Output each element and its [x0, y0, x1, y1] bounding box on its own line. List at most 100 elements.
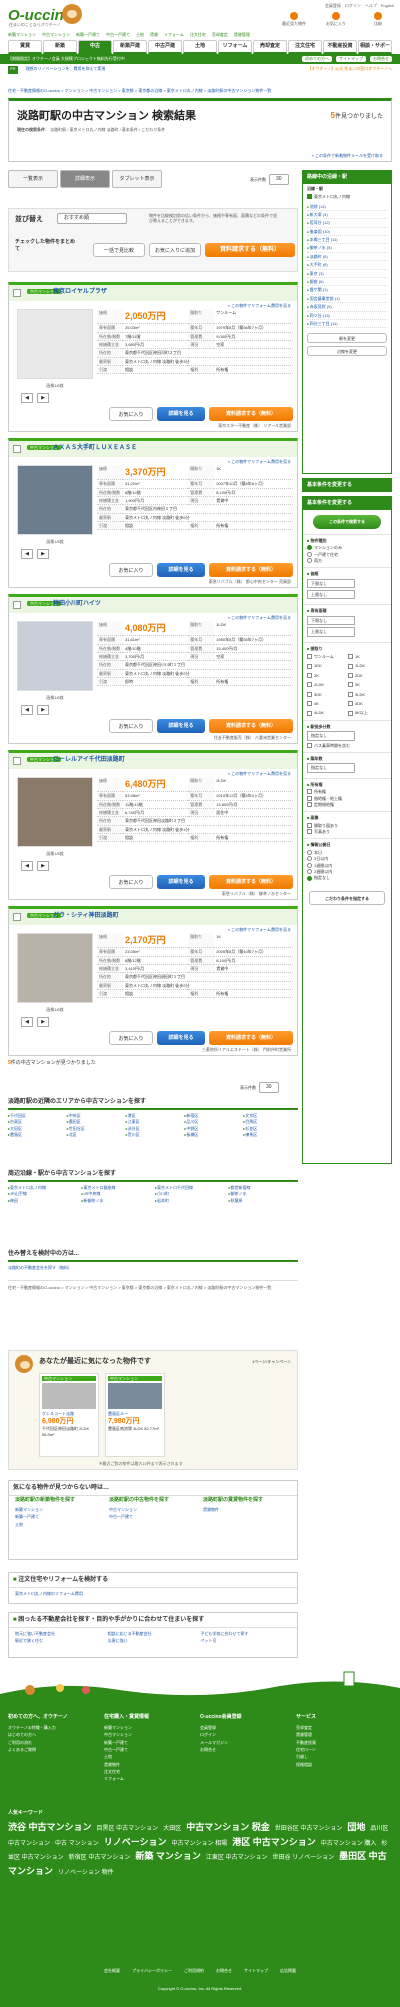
- renovation-cost-link[interactable]: » この物件でリフォーム費用を見る: [228, 459, 291, 464]
- footer-link[interactable]: 住宅ローン: [296, 1746, 380, 1753]
- footer-link[interactable]: 中古一戸建て: [104, 1746, 188, 1753]
- layout-checkbox[interactable]: 1K: [348, 654, 387, 660]
- footer-link[interactable]: ログイン: [200, 1731, 284, 1738]
- area-link[interactable]: 文京区: [243, 1113, 298, 1118]
- footer-link[interactable]: 賃貸物件: [104, 1761, 188, 1768]
- footer-link[interactable]: 会員登録: [200, 1724, 284, 1731]
- keyword-link[interactable]: 中古マンション 相場: [172, 1841, 228, 1847]
- tab-list-view[interactable]: 一覧表示: [8, 170, 58, 188]
- gnav-tab[interactable]: 中古戸建: [148, 40, 182, 54]
- footer-link[interactable]: 賃貸管理: [296, 1731, 380, 1738]
- bulk-request-button[interactable]: 資料請求する（無料）: [205, 243, 295, 257]
- keyword-link[interactable]: 港区 中古マンション: [232, 1837, 316, 1847]
- sidebar-station-item[interactable]: 東京 (3): [307, 270, 387, 279]
- area-link[interactable]: 港区: [126, 1113, 181, 1118]
- footer-link[interactable]: 保険相談: [296, 1761, 380, 1768]
- footer-nav-link[interactable]: 会社概要: [104, 1968, 120, 1973]
- pr-right-link[interactable]: 【オウチーノ】公式 住まいの窓口オウチーノへ: [307, 66, 392, 74]
- recent-pager[interactable]: 1ページ/キャンペーン: [252, 1359, 291, 1364]
- own-checkbox[interactable]: 定期借地権: [307, 802, 387, 808]
- area-link[interactable]: 荒川区: [126, 1132, 181, 1137]
- favorite-button[interactable]: お気に入り: [109, 563, 153, 577]
- prev-photo-button[interactable]: ◀: [21, 393, 33, 403]
- nf-link[interactable]: 土地: [15, 1521, 107, 1528]
- contact-link[interactable]: お問合せ: [370, 56, 392, 62]
- img-checkbox[interactable]: 写真あり: [307, 829, 387, 835]
- nf-link[interactable]: 新築マンション: [15, 1506, 107, 1513]
- area-link[interactable]: 渋谷区: [126, 1126, 181, 1131]
- footer-nav-link[interactable]: ご利用規約: [184, 1968, 204, 1973]
- favorite-button[interactable]: お気に入り: [109, 1031, 153, 1045]
- tab-detail-view[interactable]: 詳細表示: [60, 170, 110, 188]
- station-link[interactable]: 御茶ノ水: [229, 1191, 299, 1196]
- request-info-button[interactable]: 資料請求する（無料）: [209, 407, 293, 421]
- area-link[interactable]: 千代田区: [8, 1113, 63, 1118]
- sidebar-station-item[interactable]: 赤坂見附 (9): [307, 303, 387, 312]
- published-radio[interactable]: 1週間以内: [307, 863, 387, 868]
- station-link[interactable]: 都営新宿線: [229, 1185, 299, 1190]
- next-photo-button[interactable]: ▶: [37, 393, 49, 403]
- keyword-link[interactable]: 世田谷 リノベーション: [273, 1855, 335, 1861]
- layout-checkbox[interactable]: 4DK: [348, 701, 387, 707]
- header-link[interactable]: 会員登録: [325, 3, 341, 8]
- help-link[interactable]: 相談に応じる不動産会社: [108, 1631, 199, 1636]
- pr-link[interactable]: 理想のリノベーションを、費用を抑えて実現: [26, 66, 106, 74]
- keyword-link[interactable]: 新宿区 中古マンション: [69, 1855, 131, 1861]
- footer-link[interactable]: 新築マンション: [104, 1724, 188, 1731]
- station-link[interactable]: 岩本町: [155, 1198, 225, 1203]
- keyword-link[interactable]: 新築 マンション: [135, 1851, 201, 1861]
- gnav-tab[interactable]: 賃貸: [8, 40, 42, 54]
- layout-checkbox[interactable]: 3DK: [307, 692, 346, 697]
- subnav-link[interactable]: 新築一戸建て: [76, 32, 100, 40]
- favorite-button[interactable]: お気に入り: [109, 875, 153, 889]
- sitemap-link[interactable]: サイトマップ: [336, 56, 366, 62]
- keyword-link[interactable]: 目黒区 中古マンション: [97, 1826, 159, 1832]
- area-min-select[interactable]: 下限なし: [307, 615, 355, 626]
- layout-checkbox[interactable]: 2LDK: [307, 682, 346, 688]
- recent-card[interactable]: 中古マンション グレスコート淡路 6,980万円 千代田区神田淡路町 2LDK …: [39, 1373, 99, 1457]
- gnav-tab[interactable]: 売却査定: [253, 40, 287, 54]
- sidebar-station-item[interactable]: 本郷三丁目 (11): [307, 236, 387, 245]
- next-photo-button[interactable]: ▶: [37, 1017, 49, 1027]
- listing-checkbox[interactable]: [13, 289, 21, 297]
- renovation-cost-link[interactable]: » この物件でリフォーム費用を見る: [228, 771, 291, 776]
- walk-select[interactable]: 指定なし: [307, 731, 355, 741]
- keyword-link[interactable]: リノベーション 物件: [58, 1870, 114, 1876]
- favorites-button[interactable]: お気に入り: [320, 12, 352, 26]
- reform-link[interactable]: 東京メトロ丸ノ内線のリフォーム費用: [9, 1588, 297, 1599]
- prev-photo-button[interactable]: ◀: [21, 549, 33, 559]
- sidebar-station-item[interactable]: 霞ケ関 (1): [307, 286, 387, 295]
- gnav-tab-active[interactable]: 中古: [78, 40, 112, 54]
- footer-nav-link[interactable]: サイトマップ: [244, 1968, 268, 1973]
- sidebar-station-item[interactable]: 池袋 (14): [307, 203, 387, 211]
- area-link[interactable]: 品川区: [184, 1119, 239, 1124]
- footer-link[interactable]: ご利用の流れ: [8, 1739, 92, 1746]
- keyword-link[interactable]: 渋谷 中古マンション: [8, 1822, 92, 1832]
- layout-checkbox[interactable]: 1DK: [307, 663, 346, 669]
- search-method-title[interactable]: 基本条件を変更する: [303, 479, 391, 492]
- published-radio[interactable]: 2週間以内: [307, 869, 387, 875]
- footer-link[interactable]: 新築一戸建て: [104, 1739, 188, 1746]
- keyword-link[interactable]: 中古 マンション: [55, 1841, 99, 1847]
- gnav-tab[interactable]: 相談・サポート: [358, 40, 392, 60]
- header-link[interactable]: ヘルプ: [365, 3, 377, 8]
- listing-name[interactable]: 東京ロイヤルプラザ: [53, 288, 107, 296]
- layout-checkbox[interactable]: ワンルーム: [307, 654, 346, 660]
- footer-nav-link[interactable]: お問合せ: [216, 1968, 232, 1973]
- gnav-tab[interactable]: 新築: [43, 40, 77, 54]
- listing-photo[interactable]: 画像1/6枚: [17, 465, 93, 544]
- request-info-button[interactable]: 資料請求する（無料）: [209, 563, 293, 577]
- sidebar-station-item[interactable]: 新大塚 (4): [307, 211, 387, 220]
- published-radio[interactable]: 指定なし: [307, 875, 387, 881]
- recent-card[interactable]: 中古マンション 豊島区ルー 7,980万円 豊島区南池袋 3LDK 82.77m…: [105, 1373, 165, 1457]
- sidebar-station-item[interactable]: 国会議事堂前 (1): [307, 295, 387, 304]
- sidebar-station-item[interactable]: 四ツ谷 (13): [307, 312, 387, 320]
- sidebar-station-item[interactable]: 銀座 (6): [307, 278, 387, 287]
- detail-button[interactable]: 詳細を見る: [157, 875, 205, 889]
- listing-checkbox[interactable]: [13, 445, 21, 453]
- sidebar-station-item[interactable]: 茗荷谷 (12): [307, 219, 387, 228]
- area-link[interactable]: 中野区: [184, 1126, 239, 1131]
- own-checkbox[interactable]: 所有権: [307, 789, 387, 795]
- detail-conditions-button[interactable]: こだわり条件を指定する: [309, 890, 385, 905]
- per-page-select-bottom[interactable]: 30: [259, 1082, 279, 1093]
